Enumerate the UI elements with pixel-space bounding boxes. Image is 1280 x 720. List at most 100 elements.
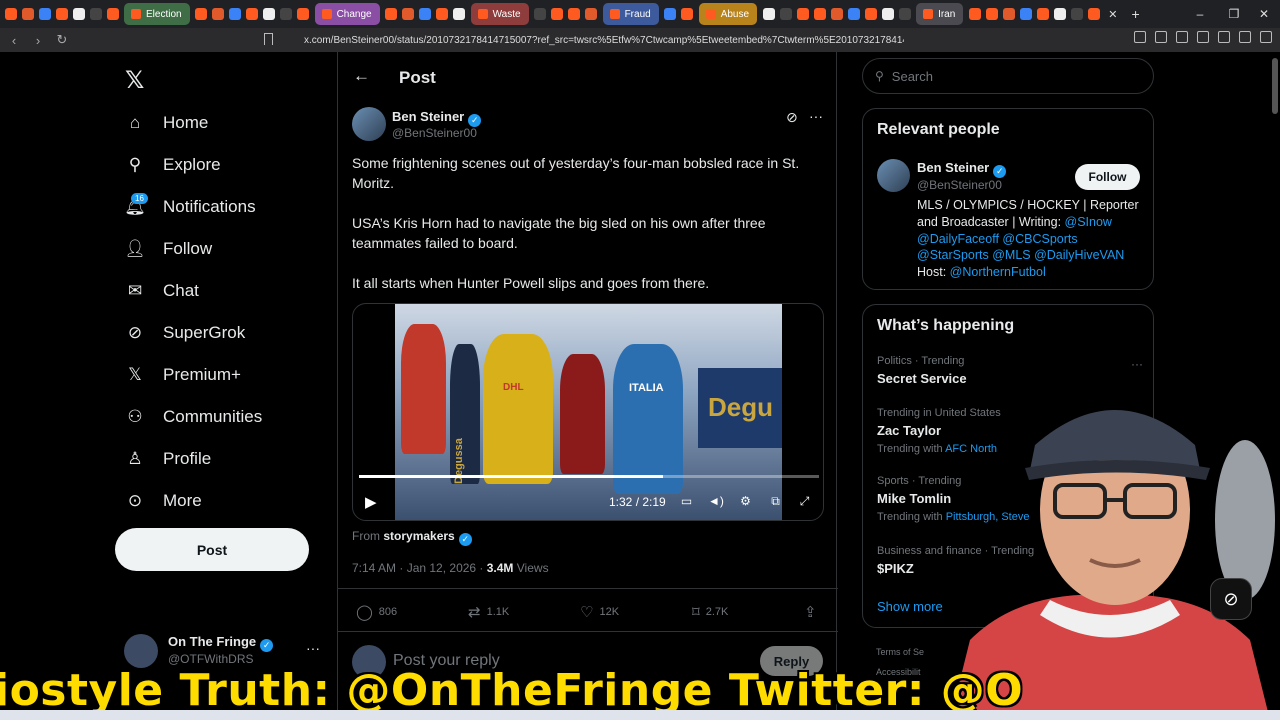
tab-waste[interactable]: Waste — [470, 3, 529, 25]
bookmark-icon[interactable] — [264, 33, 273, 45]
tab-favicon[interactable] — [106, 8, 119, 20]
tab-favicon[interactable] — [968, 8, 981, 20]
sidebar-item-premium[interactable]: 𝕏 Premium+ — [124, 360, 241, 390]
more-dots-icon[interactable]: ··· — [809, 108, 823, 124]
tab-favicon[interactable] — [847, 8, 860, 20]
extensions-icon[interactable] — [1134, 31, 1146, 43]
grok-icon[interactable]: ⊘ — [786, 109, 798, 126]
reload-icon[interactable]: ↻ — [52, 30, 72, 50]
tab-favicon[interactable] — [55, 8, 68, 20]
share-action[interactable]: ⇪ — [804, 603, 823, 621]
tab-favicon[interactable] — [762, 8, 775, 20]
tab-favicon[interactable] — [436, 8, 449, 20]
relevant-person-name[interactable]: Ben Steiner ✓ — [917, 160, 1007, 178]
tab-favicon[interactable] — [779, 8, 792, 20]
volume-icon[interactable]: ◄) — [708, 494, 724, 509]
post-button[interactable]: Post — [115, 528, 309, 571]
follow-button[interactable]: Follow — [1075, 164, 1140, 190]
close-window-button[interactable]: ✕ — [1244, 0, 1280, 28]
close-tab-icon[interactable]: ✕ — [1108, 8, 1117, 21]
sidebar-item-supergrok[interactable]: ⊘ SuperGrok — [124, 318, 245, 348]
tab-favicon[interactable] — [568, 8, 581, 20]
download-icon[interactable] — [1176, 31, 1188, 43]
settings-icon[interactable]: ⚙ — [738, 494, 753, 509]
tab-favicon[interactable] — [1019, 8, 1032, 20]
tab-favicon[interactable] — [72, 8, 85, 20]
video-frame[interactable]: Degussa DHL ITALIA Degu — [395, 304, 782, 520]
avatar[interactable] — [877, 159, 910, 192]
tab-favicon[interactable] — [534, 8, 547, 20]
tab-favicon[interactable] — [1002, 8, 1015, 20]
tab-favicon[interactable] — [453, 8, 466, 20]
tab-favicon[interactable] — [551, 8, 564, 20]
tab-favicon[interactable] — [830, 8, 843, 20]
tab-iran[interactable]: Iran — [916, 3, 964, 25]
account-switcher[interactable]: On The Fringe ✓ @OTFWithDRS ··· — [124, 632, 324, 668]
forward-nav-icon[interactable]: › — [28, 30, 48, 50]
tab-favicon[interactable] — [1053, 8, 1066, 20]
sidebar-item-communities[interactable]: ⚇ Communities — [124, 402, 262, 432]
media-icon[interactable] — [1197, 31, 1209, 43]
tab-fraud[interactable]: Fraud — [602, 3, 659, 25]
tab-change[interactable]: Change — [314, 3, 380, 25]
captions-icon[interactable]: ▭ — [679, 494, 694, 509]
tab-favicon[interactable] — [681, 8, 694, 20]
tab-abuse[interactable]: Abuse — [698, 3, 758, 25]
tab-favicon[interactable] — [38, 8, 51, 20]
back-arrow-icon[interactable]: ← — [353, 66, 370, 86]
views-count[interactable]: 3.4M — [487, 561, 514, 575]
reply-action[interactable]: ◯ 806 — [356, 603, 397, 621]
tab-favicon[interactable] — [664, 8, 677, 20]
tab-favicon[interactable] — [229, 8, 242, 20]
tab-favicon[interactable] — [4, 8, 17, 20]
tab-favicon[interactable] — [212, 8, 225, 20]
leo-icon[interactable] — [1239, 31, 1251, 43]
tab-favicon[interactable] — [280, 8, 293, 20]
tab-favicon[interactable] — [419, 8, 432, 20]
fullscreen-icon[interactable]: ⤢ — [797, 494, 812, 509]
avatar[interactable] — [352, 107, 386, 141]
tab-favicon[interactable] — [1070, 8, 1083, 20]
url-text[interactable]: x.com/BenSteiner00/status/20107321784147… — [304, 35, 904, 46]
tab-election[interactable]: Election — [124, 3, 190, 25]
address-bar[interactable]: x.com/BenSteiner00/status/20107321784147… — [264, 30, 1000, 50]
video-player[interactable]: Degussa DHL ITALIA Degu ▶ 1:32 / 2:19 ▭ … — [352, 303, 824, 521]
tab-favicon[interactable] — [1036, 8, 1049, 20]
new-tab-button[interactable]: + — [1132, 6, 1140, 22]
tab-favicon[interactable] — [881, 8, 894, 20]
tab-favicon[interactable] — [246, 8, 259, 20]
sidebar-item-chat[interactable]: ✉ Chat — [124, 276, 199, 306]
back-nav-icon[interactable]: ‹ — [4, 30, 24, 50]
tab-favicon[interactable] — [898, 8, 911, 20]
bookmark-action[interactable]: ⌑ 2.7K — [692, 603, 728, 621]
relevant-person-handle[interactable]: @BenSteiner00 — [917, 178, 1002, 192]
tab-favicon[interactable] — [813, 8, 826, 20]
bio-host-link[interactable]: @NorthernFutbol — [950, 265, 1046, 279]
tab-favicon[interactable] — [402, 8, 415, 20]
tab-favicon[interactable] — [385, 8, 398, 20]
source-account-link[interactable]: storymakers — [383, 529, 454, 543]
tab-favicon[interactable] — [985, 8, 998, 20]
tab-favicon[interactable] — [89, 8, 102, 20]
sidebar-item-explore[interactable]: ⚲ Explore — [124, 150, 221, 180]
tweet-author-handle[interactable]: @BenSteiner00 — [392, 126, 477, 140]
sidebar-item-follow[interactable]: 👤︎ Follow — [124, 234, 212, 264]
x-logo[interactable]: 𝕏 — [125, 66, 144, 95]
tab-favicon[interactable] — [297, 8, 310, 20]
sidebar-item-home[interactable]: ⌂ Home — [124, 108, 209, 138]
page-scrollbar[interactable] — [1272, 58, 1278, 114]
repost-action[interactable]: ⇄ 1.1K — [468, 603, 509, 621]
sidebar-item-profile[interactable]: ♙ Profile — [124, 444, 211, 474]
grok-floating-icon[interactable]: ⊘ — [1210, 578, 1252, 620]
pip-icon[interactable]: ⧉ — [768, 494, 783, 509]
more-dots-icon[interactable]: ··· — [306, 640, 320, 656]
sidebar-item-more[interactable]: ⊙ More — [124, 486, 202, 516]
tab-favicon[interactable] — [796, 8, 809, 20]
menu-icon[interactable] — [1260, 31, 1272, 43]
tab-favicon[interactable] — [263, 8, 276, 20]
tab-favicon[interactable] — [864, 8, 877, 20]
tab-search-icon[interactable] — [1155, 31, 1167, 43]
tab-favicon[interactable] — [585, 8, 598, 20]
tab-favicon[interactable] — [195, 8, 208, 20]
footer-link[interactable]: Terms of Se — [876, 647, 924, 657]
